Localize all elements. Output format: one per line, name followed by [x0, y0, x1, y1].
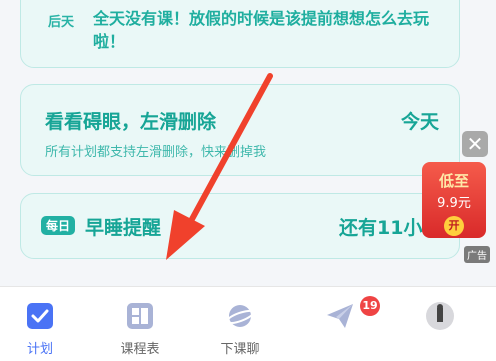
- tab-profile[interactable]: [395, 287, 485, 361]
- tab-plan[interactable]: 计划: [0, 287, 85, 361]
- tab-label: 计划: [26, 342, 53, 357]
- checkbox-icon: [27, 303, 53, 329]
- grid-icon: [127, 303, 153, 329]
- planet-icon: [225, 305, 255, 327]
- tab-chat[interactable]: 下课聊: [195, 287, 285, 361]
- tab-timetable[interactable]: 课程表: [95, 287, 185, 361]
- avatar: [426, 302, 454, 330]
- bottom-tab-bar: 计划 课程表 下课聊: [0, 286, 496, 361]
- tab-label: 课程表: [120, 342, 160, 357]
- tab-label: 下课聊: [220, 342, 260, 357]
- paper-plane-icon: [327, 304, 353, 328]
- notification-badge: 19: [360, 296, 380, 316]
